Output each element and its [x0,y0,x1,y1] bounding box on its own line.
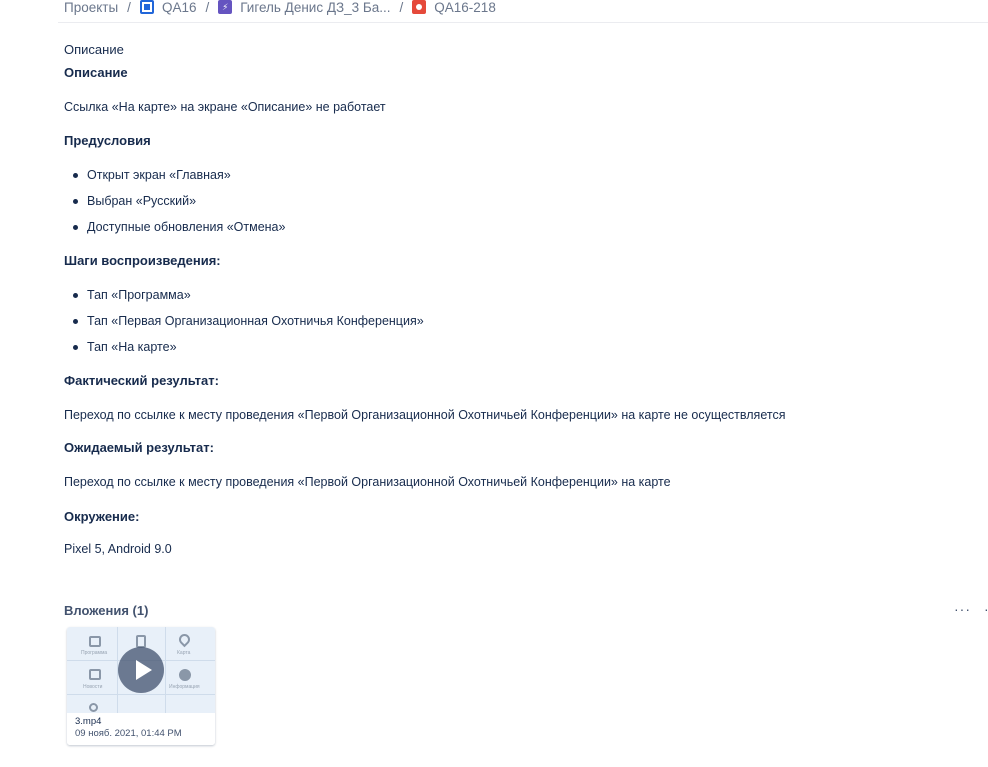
actual-result-heading: Фактический результат: [64,373,219,388]
preview-grid-line [165,627,166,727]
steps-heading: Шаги воспроизведения: [64,253,221,268]
breadcrumb-issue-link[interactable]: QA16-218 [412,0,496,15]
project-avatar-icon [139,0,154,14]
preview-label: Информация [169,684,200,690]
preconditions-list: Открыт экран «Главная» Выбран «Русский» … [64,166,664,236]
preview-label: Карта [177,650,191,656]
epic-lightning-icon: ⚡ [218,0,233,14]
expected-result-heading: Ожидаемый результат: [64,440,214,455]
list-item: Выбран «Русский» [64,192,664,210]
list-item: Доступные обновления «Отмена» [64,218,664,236]
breadcrumb-projects-label: Проекты [64,0,119,15]
breadcrumb-separator: / [399,0,404,15]
breadcrumb-project-link[interactable]: QA16 [139,0,197,15]
description-heading: Описание [64,65,128,80]
attachment-card[interactable]: Программа Карта Новости Информация 3.mp4… [67,627,215,745]
preview-label: Новости [83,684,103,690]
description-field-label: Описание [64,42,124,57]
summary-text: Ссылка «На карте» на экране «Описание» н… [64,100,386,114]
preconditions-heading: Предусловия [64,133,151,148]
search-icon [89,703,98,712]
attachment-meta: 3.mp4 09 нояб. 2021, 01:44 PM [67,713,215,745]
breadcrumb-epic-label: Гигель Денис ДЗ_3 Ба... [240,0,391,15]
edge-dot: · [984,601,988,617]
preview-grid-line [67,694,215,695]
info-icon [179,669,191,681]
actual-result-text: Переход по ссылке к месту проведения «Пе… [64,408,786,422]
more-dots-icon[interactable]: ··· [954,601,971,617]
news-icon [89,669,101,680]
breadcrumb-projects-link[interactable]: Проекты [64,0,118,15]
calendar-icon [89,636,101,647]
preview-label: Программа [81,650,108,656]
breadcrumb-separator: / [205,0,210,15]
play-icon[interactable] [118,647,164,693]
attachment-file-name: 3.mp4 [75,716,102,727]
environment-text: Pixel 5, Android 9.0 [64,542,172,556]
breadcrumb-epic-link[interactable]: ⚡ Гигель Денис ДЗ_3 Ба... [218,0,391,15]
bug-icon [412,0,427,14]
map-pin-icon [176,631,193,648]
video-preview: Программа Карта Новости Информация [67,627,215,727]
breadcrumb-project-label: QA16 [161,0,197,15]
list-item: Тап «На карте» [64,338,664,356]
breadcrumb-separator: / [127,0,131,15]
header-divider [58,22,988,23]
breadcrumb-issue-label: QA16-218 [434,0,496,15]
preview-grid-line [117,627,118,727]
attachments-title: Вложения (1) [64,603,149,618]
list-item: Тап «Программа» [64,286,664,304]
environment-heading: Окружение: [64,509,140,524]
list-item: Тап «Первая Организационная Охотничья Ко… [64,312,664,330]
breadcrumb: Проекты / QA16 / ⚡ Гигель Денис ДЗ_3 Ба..… [64,0,496,17]
expected-result-text: Переход по ссылке к месту проведения «Пе… [64,475,671,489]
list-item: Открыт экран «Главная» [64,166,664,184]
attachment-date: 09 нояб. 2021, 01:44 PM [75,728,182,739]
steps-list: Тап «Программа» Тап «Первая Организацион… [64,286,664,356]
